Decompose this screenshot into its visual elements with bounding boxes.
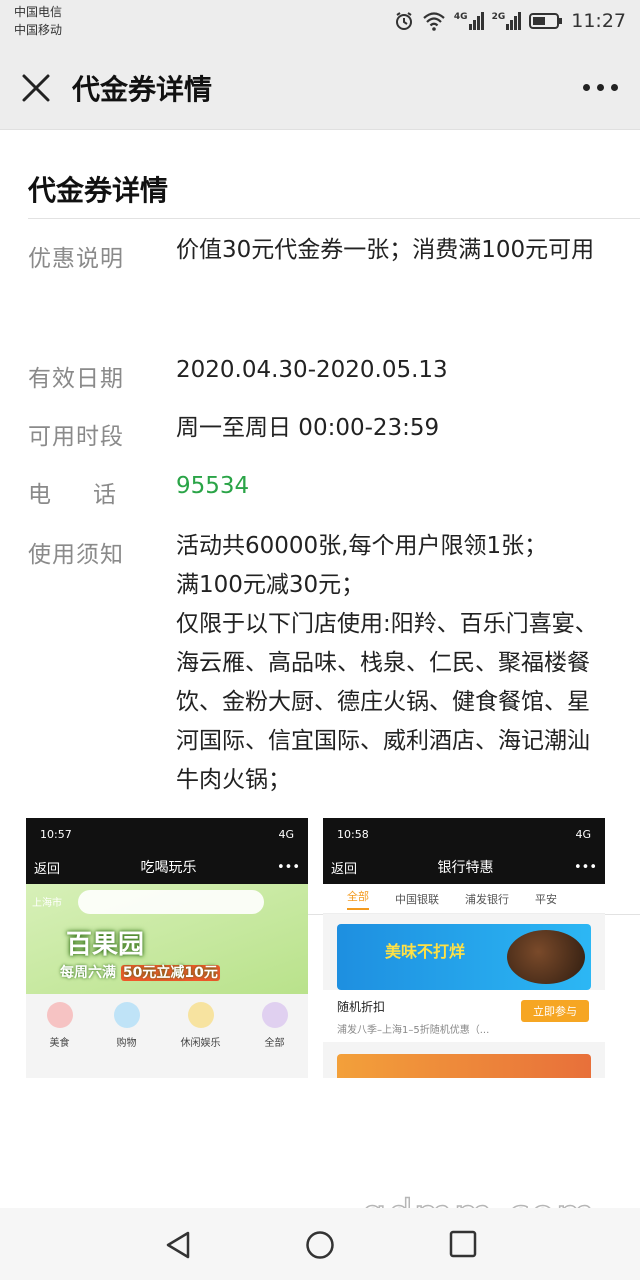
shot-more-icon: •••	[573, 859, 597, 875]
row-value: 活动共60000张,每个用户限领1张； 满100元减30元； 仅限于以下门店使用…	[176, 527, 606, 800]
shot-tab: 全部	[347, 888, 369, 910]
alarm-icon	[395, 12, 412, 30]
detail-row-validity: 有效日期 2020.04.30-2020.05.13	[0, 351, 640, 409]
row-label: 使用须知	[28, 542, 124, 568]
shot-tab: 中国银联	[395, 892, 439, 906]
shot-category-label: 购物	[116, 1038, 137, 1049]
detail-list: 优惠说明 价值30元代金券一张；消费满100元可用 有效日期 2020.04.3…	[0, 231, 640, 807]
row-value: 价值30元代金券一张；消费满100元可用	[176, 237, 595, 263]
all-icon	[261, 1002, 288, 1028]
divider	[28, 218, 640, 219]
shot-brand: 百果园	[66, 930, 145, 960]
home-icon[interactable]	[305, 1230, 335, 1260]
phone-link[interactable]: 95534	[176, 467, 606, 506]
shot-nav-bar: 返回 吃喝玩乐 •••	[26, 850, 308, 884]
shot-category-label: 美食	[49, 1038, 70, 1049]
shot-promo-b: 50元立减10元	[120, 965, 220, 981]
shot-nav-bar: 返回 银行特惠 •••	[323, 850, 605, 884]
nav-title: 代金券详情	[72, 73, 213, 106]
detail-section-title: 代金券详情	[28, 174, 169, 207]
shot-category: 购物	[113, 1002, 140, 1049]
shot-tab: 平安	[535, 892, 557, 906]
net-label-2: 2G	[491, 12, 506, 22]
signal-2g-icon: 2G	[492, 12, 522, 30]
shot-search-box	[78, 890, 264, 914]
shot-status-bar: 10:58 4G	[323, 818, 605, 850]
shot-ad-banner: 美味不打烊	[337, 924, 591, 990]
shot-more-icon: •••	[276, 859, 300, 875]
wifi-icon	[423, 12, 445, 31]
row-label: 有效日期	[28, 366, 124, 392]
food-image	[507, 930, 585, 984]
row-label: 可用时段	[28, 424, 124, 450]
row-value: 2020.04.30-2020.05.13	[176, 357, 448, 383]
shot-category-label: 全部	[264, 1038, 285, 1049]
shot-signal: 4G	[575, 827, 591, 841]
status-bar: 中国电信 中国移动 4G 2G 11:27	[0, 0, 640, 44]
close-icon[interactable]	[20, 72, 52, 104]
shot-title: 银行特惠	[437, 860, 494, 876]
shot-category: 休闲娱乐	[181, 1002, 221, 1049]
shot-category: 全部	[261, 1002, 288, 1049]
shot-offer: 随机折扣 浦发八季–上海1–5折随机优惠（... 立即参与	[323, 990, 605, 1042]
terms-line: 仅限于以下门店使用:阳羚、百乐门喜宴、海云雁、高品味、栈泉、仁民、聚福楼餐饮、金…	[176, 611, 598, 793]
shot-back: 返回	[34, 861, 61, 877]
shot-category: 美食	[46, 1002, 73, 1049]
recent-apps-icon[interactable]	[449, 1230, 477, 1258]
shot-promo: 每周六满 50元立减10元	[60, 962, 220, 982]
shot-status-bar: 10:57 4G	[26, 818, 308, 850]
leisure-icon	[187, 1002, 214, 1028]
system-nav-bar	[0, 1208, 640, 1280]
row-value: 周一至周日 00:00-23:59	[176, 415, 440, 441]
intro-image-left[interactable]: 10:57 4G 返回 吃喝玩乐 ••• 上海市 百果园 每周六满 50元立减1…	[26, 818, 308, 1078]
shot-ad-banner-2	[337, 1054, 591, 1078]
food-icon	[46, 1002, 73, 1028]
more-icon[interactable]	[583, 84, 618, 91]
shot-category-label: 休闲娱乐	[180, 1038, 221, 1049]
shot-time: 10:57	[40, 827, 72, 841]
shot-tab: 浦发银行	[465, 892, 509, 906]
shot-time: 10:58	[337, 827, 369, 841]
shot-banner: 上海市 百果园 每周六满 50元立减10元	[26, 884, 308, 994]
terms-line: 满100元减30元；	[176, 572, 365, 598]
net-label-1: 4G	[453, 12, 468, 22]
carrier-2: 中国移动	[14, 23, 63, 37]
battery-icon	[529, 13, 563, 29]
back-icon[interactable]	[164, 1230, 192, 1260]
detail-row-hours: 可用时段 周一至周日 00:00-23:59	[0, 409, 640, 467]
shot-promo-a: 每周六满	[60, 965, 116, 981]
shot-city: 上海市	[32, 898, 62, 909]
row-label: 电话	[28, 482, 158, 508]
carrier-1: 中国电信	[14, 5, 63, 19]
detail-row-terms: 使用须知 活动共60000张,每个用户限领1张； 满100元减30元； 仅限于以…	[0, 527, 640, 807]
shot-ad-text: 美味不打烊	[385, 942, 466, 961]
clock: 11:27	[571, 10, 626, 32]
shot-signal: 4G	[278, 827, 294, 841]
shot-categories: 美食 购物 休闲娱乐 全部	[26, 994, 308, 1049]
shot-offer-desc: 浦发八季–上海1–5折随机优惠（...	[337, 1025, 490, 1036]
signal-4g-icon: 4G	[454, 12, 484, 30]
shot-title: 吃喝玩乐	[140, 860, 197, 876]
row-label: 优惠说明	[28, 246, 124, 272]
detail-row-phone: 电话 95534	[0, 467, 640, 527]
shot-tabs: 全部 中国银联 浦发银行 平安	[323, 884, 605, 914]
detail-row-description: 优惠说明 价值30元代金券一张；消费满100元可用	[0, 231, 640, 351]
terms-line: 活动共60000张,每个用户限领1张；	[176, 533, 548, 559]
nav-bar: 代金券详情	[0, 44, 640, 130]
intro-image-right[interactable]: 10:58 4G 返回 银行特惠 ••• 全部 中国银联 浦发银行 平安 美味不…	[323, 818, 605, 1078]
shopping-icon	[113, 1002, 140, 1028]
status-icons: 4G 2G 11:27	[394, 8, 626, 34]
shot-offer-button: 立即参与	[521, 1000, 589, 1022]
shot-back: 返回	[331, 861, 358, 877]
